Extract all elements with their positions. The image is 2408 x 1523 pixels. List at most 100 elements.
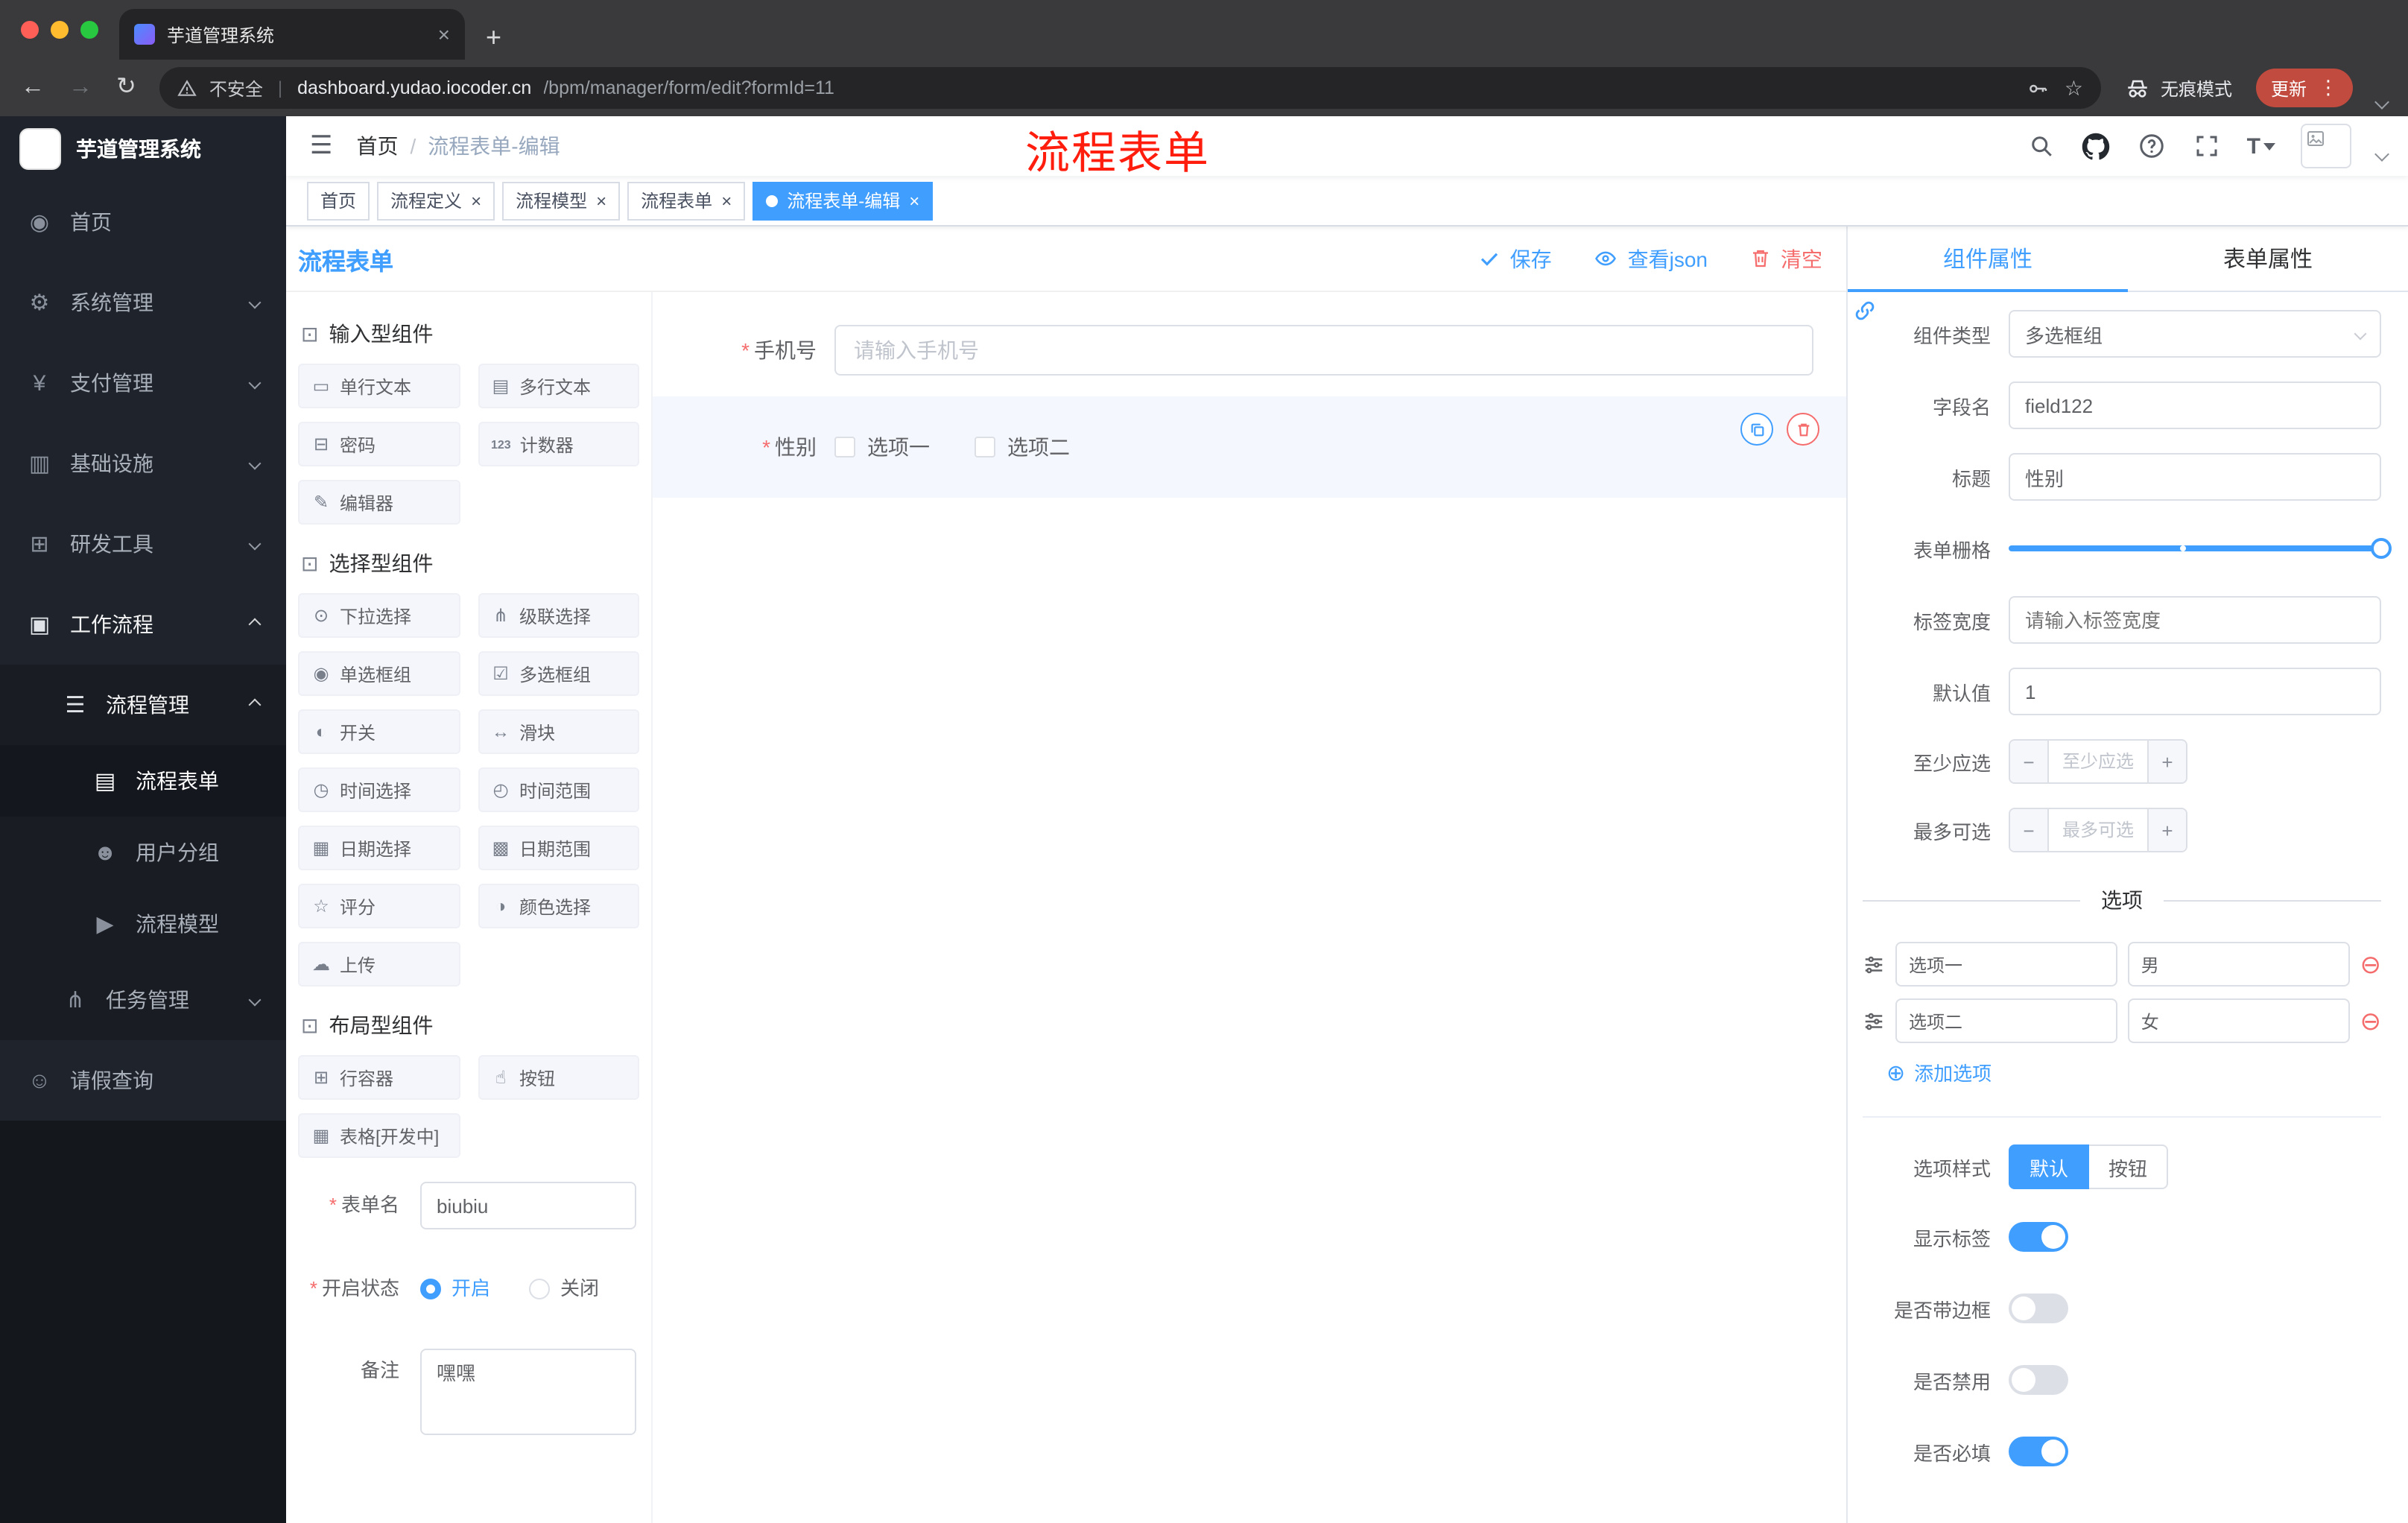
forward-icon[interactable]: → — [69, 75, 92, 100]
label-width-input[interactable] — [2009, 596, 2381, 644]
max-select-input[interactable] — [2049, 809, 2147, 851]
phone-input[interactable] — [834, 325, 1813, 376]
tag-close-icon[interactable]: × — [909, 190, 919, 211]
browser-tab[interactable]: 芋道管理系统 × — [119, 9, 465, 60]
tab-close-icon[interactable]: × — [438, 22, 450, 46]
palette-item-password[interactable]: ⊟ 密码 — [298, 422, 460, 466]
palette-item-date-range[interactable]: ▩ 日期范围 — [478, 826, 639, 870]
tag-home[interactable]: 首页 — [307, 181, 370, 220]
avatar[interactable] — [2301, 124, 2351, 168]
password-key-icon[interactable] — [2027, 77, 2050, 99]
toolbar-collapse-chevron-icon[interactable] — [2374, 95, 2389, 110]
tab-form-props[interactable]: 表单属性 — [2128, 227, 2408, 291]
update-button[interactable]: 更新 ⋮ — [2255, 69, 2353, 107]
tag-close-icon[interactable]: × — [471, 190, 481, 211]
slider-handle[interactable] — [2371, 538, 2392, 559]
gender-option-one-checkbox[interactable]: 选项一 — [834, 432, 930, 462]
palette-item-time-picker[interactable]: ◷ 时间选择 — [298, 767, 460, 812]
palette-item-single-line-text[interactable]: ▭ 单行文本 — [298, 364, 460, 408]
palette-item-table-dev[interactable]: ▦ 表格[开发中] — [298, 1113, 460, 1158]
github-icon[interactable] — [2082, 131, 2111, 161]
window-close-button[interactable] — [21, 21, 39, 39]
clear-button[interactable]: 清空 — [1749, 244, 1822, 273]
window-zoom-button[interactable] — [80, 21, 98, 39]
palette-item-counter[interactable]: 123 计数器 — [478, 422, 639, 466]
decrease-button[interactable]: − — [2010, 809, 2049, 851]
style-default-button[interactable]: 默认 — [2009, 1144, 2090, 1189]
remove-option-icon[interactable]: ⊖ — [2360, 1008, 2382, 1033]
palette-item-rate[interactable]: ☆ 评分 — [298, 884, 460, 928]
link-icon[interactable] — [1852, 298, 1878, 331]
gender-option-two-checkbox[interactable]: 选项二 — [975, 432, 1070, 462]
palette-item-multi-line-text[interactable]: ▤ 多行文本 — [478, 364, 639, 408]
delete-component-button[interactable] — [1787, 413, 1819, 446]
sidebar-item-leave-query[interactable]: ☺ 请假查询 — [0, 1040, 286, 1121]
palette-item-slider[interactable]: ↔ 滑块 — [478, 709, 639, 754]
sidebar-item-workflow[interactable]: ▣ 工作流程 — [0, 584, 286, 665]
style-button-button[interactable]: 按钮 — [2089, 1144, 2169, 1189]
address-bar[interactable]: 不安全 | dashboard.yudao.iocoder.cn/bpm/man… — [159, 67, 2101, 109]
tag-process-definition[interactable]: 流程定义 × — [377, 181, 495, 220]
show-label-switch[interactable] — [2009, 1222, 2068, 1252]
palette-item-row-container[interactable]: ⊞ 行容器 — [298, 1055, 460, 1100]
sidebar-item-process-management[interactable]: ☰ 流程管理 — [0, 665, 286, 745]
copy-component-button[interactable] — [1740, 413, 1773, 446]
border-switch[interactable] — [2009, 1294, 2068, 1323]
remove-option-icon[interactable]: ⊖ — [2360, 952, 2382, 977]
reload-icon[interactable]: ↻ — [116, 75, 136, 100]
hamburger-icon[interactable]: ☰ — [286, 131, 357, 161]
sidebar-logo-row[interactable]: 芋道管理系统 — [0, 116, 286, 182]
palette-item-editor[interactable]: ✎ 编辑器 — [298, 480, 460, 525]
sidebar-item-payment[interactable]: ¥ 支付管理 — [0, 343, 286, 423]
add-option-button[interactable]: ⊕ 添加选项 — [1886, 1058, 2381, 1086]
sidebar-item-task-management[interactable]: ⋔ 任务管理 — [0, 960, 286, 1040]
window-minimize-button[interactable] — [51, 21, 69, 39]
increase-button[interactable]: + — [2147, 809, 2186, 851]
tag-process-model[interactable]: 流程模型 × — [502, 181, 621, 220]
fullscreen-icon[interactable] — [2192, 131, 2222, 161]
status-on-radio[interactable]: 开启 — [420, 1267, 490, 1311]
form-grid-slider[interactable] — [2009, 525, 2392, 572]
sidebar-item-system[interactable]: ⚙ 系统管理 — [0, 262, 286, 343]
title-input[interactable] — [2009, 453, 2381, 501]
status-off-radio[interactable]: 关闭 — [529, 1267, 599, 1311]
option-value-input[interactable] — [2127, 998, 2350, 1043]
canvas-field-gender-selected[interactable]: * 性别 选项一 选项二 — [653, 396, 1846, 498]
breadcrumb-home[interactable]: 首页 — [357, 131, 399, 161]
view-json-button[interactable]: 查看json — [1594, 244, 1708, 273]
palette-item-cascader[interactable]: ⋔ 级联选择 — [478, 593, 639, 638]
sidebar-item-process-form[interactable]: ▤ 流程表单 — [0, 745, 286, 817]
drag-handle-icon[interactable] — [1863, 953, 1885, 975]
new-tab-button[interactable]: + — [486, 24, 501, 51]
form-name-input[interactable] — [420, 1182, 636, 1229]
sidebar-item-home[interactable]: ◉ 首页 — [0, 182, 286, 262]
search-icon[interactable] — [2027, 131, 2056, 161]
sidebar-item-infrastructure[interactable]: ▥ 基础设施 — [0, 423, 286, 504]
sidebar-item-devtools[interactable]: ⊞ 研发工具 — [0, 504, 286, 584]
tag-close-icon[interactable]: × — [721, 190, 732, 211]
drag-handle-icon[interactable] — [1863, 1010, 1885, 1032]
save-button[interactable]: 保存 — [1479, 244, 1552, 273]
required-switch[interactable] — [2009, 1437, 2068, 1466]
min-select-input[interactable] — [2049, 741, 2147, 782]
tag-close-icon[interactable]: × — [596, 190, 606, 211]
option-label-input[interactable] — [1895, 998, 2117, 1043]
tag-process-form-edit[interactable]: 流程表单-编辑 × — [752, 181, 934, 220]
decrease-button[interactable]: − — [2010, 741, 2049, 782]
form-remark-textarea[interactable]: 嘿嘿 — [420, 1349, 636, 1435]
palette-item-radio-group[interactable]: ◉ 单选框组 — [298, 651, 460, 696]
palette-item-checkbox-group[interactable]: ☑ 多选框组 — [478, 651, 639, 696]
back-icon[interactable]: ← — [21, 75, 45, 100]
default-value-input[interactable] — [2009, 668, 2381, 715]
browser-menu-dots-icon[interactable]: ⋮ — [2319, 76, 2338, 100]
field-name-input[interactable] — [2009, 381, 2381, 429]
sidebar-item-process-model[interactable]: ▶ 流程模型 — [0, 888, 286, 960]
palette-item-switch[interactable]: ◐ 开关 — [298, 709, 460, 754]
option-label-input[interactable] — [1895, 942, 2117, 987]
palette-item-date-picker[interactable]: ▦ 日期选择 — [298, 826, 460, 870]
component-type-select[interactable]: 多选框组 — [2009, 310, 2381, 358]
security-label[interactable]: 不安全 — [209, 75, 263, 101]
bookmark-star-icon[interactable]: ☆ — [2065, 75, 2083, 101]
disabled-switch[interactable] — [2009, 1365, 2068, 1395]
palette-item-time-range[interactable]: ◴ 时间范围 — [478, 767, 639, 812]
